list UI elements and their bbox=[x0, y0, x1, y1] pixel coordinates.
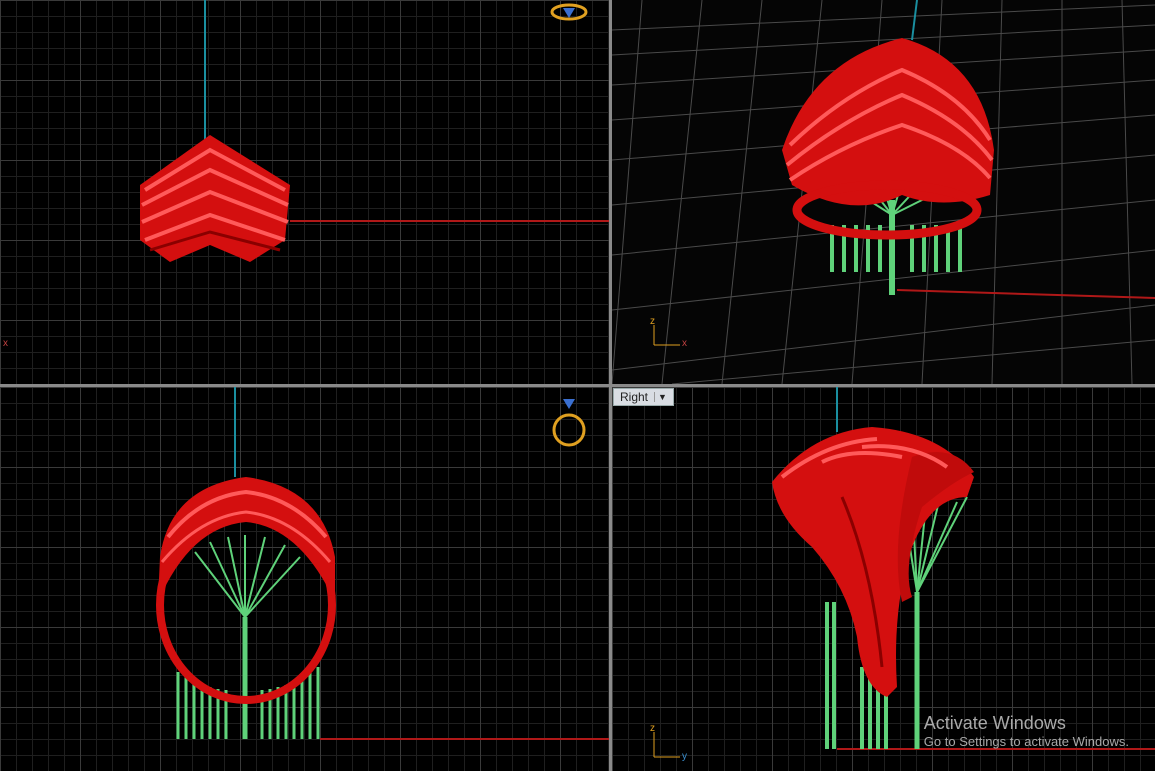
z-axis-label: z bbox=[650, 723, 655, 734]
ring-front-gizmo-icon[interactable] bbox=[552, 399, 586, 447]
viewport-top[interactable]: x bbox=[0, 0, 609, 384]
viewport-label-right[interactable]: Right ▼ bbox=[613, 388, 674, 406]
z-axis-label: z bbox=[650, 316, 655, 327]
viewport-perspective[interactable]: z x bbox=[612, 0, 1155, 384]
x-axis-label: x bbox=[3, 338, 8, 349]
ring-model-right[interactable] bbox=[772, 427, 974, 697]
viewport-label-text: Right bbox=[620, 390, 649, 404]
y-axis-label: y bbox=[682, 751, 687, 762]
viewport-front[interactable] bbox=[0, 387, 609, 771]
support-structure-front bbox=[176, 535, 320, 739]
watermark-title: Activate Windows bbox=[923, 713, 1066, 733]
x-axis-label: x bbox=[682, 338, 687, 349]
dropdown-arrow-icon[interactable]: ▼ bbox=[654, 392, 667, 402]
watermark-subtitle: Go to Settings to activate Windows. bbox=[923, 734, 1129, 749]
windows-activation-watermark: Activate Windows Go to Settings to activ… bbox=[924, 713, 1129, 749]
ring-model-perspective[interactable] bbox=[782, 38, 994, 240]
ring-model-top[interactable] bbox=[140, 135, 290, 262]
ring-gizmo-icon[interactable] bbox=[550, 3, 588, 21]
axis-triad-icon bbox=[653, 732, 680, 758]
viewport-divider-horizontal[interactable] bbox=[0, 384, 1155, 387]
